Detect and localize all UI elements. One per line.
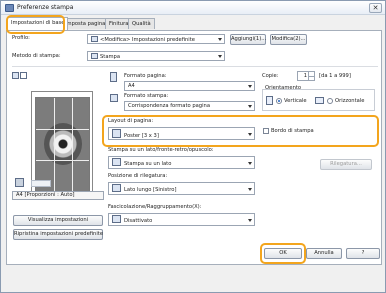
binding-select[interactable]: Lato lungo [Sinistro] [108,182,255,195]
cancel-button[interactable]: Annulla [306,248,342,259]
landscape-radio[interactable] [327,98,333,104]
output-size-value: Corrispondenza formato pagina [128,103,210,109]
landscape-label: Orizzontale [335,98,365,104]
chevron-down-icon [248,105,252,108]
collate-value: Disattivato [124,218,153,224]
chevron-down-icon [248,162,252,165]
page-size-select[interactable]: A4 [124,81,255,91]
add-profile-button[interactable]: Aggiungi(1)... [230,34,266,45]
collate-icon [31,180,51,187]
pages-stack-icon [15,178,24,187]
portrait-icon [266,96,273,105]
landscape-icon [315,97,324,104]
preview-mode-icon[interactable] [12,72,19,79]
chevron-down-icon [248,219,252,222]
settings-panel: Profilo: <Modifica> Impostazioni predefi… [6,30,382,265]
copies-range: [da 1 a 999] [319,73,351,79]
restore-defaults-button[interactable]: Ripristina impostazioni predefinite [13,229,103,240]
duplex-select[interactable]: Stampa su un lato [108,156,255,169]
portrait-label: Verticale [284,98,307,104]
spin-down-icon[interactable] [308,76,314,80]
poster-preview-grid [35,97,90,192]
window-title: Preferenze stampa [17,4,74,11]
output-size-select[interactable]: Corrispondenza formato pagina [124,101,255,111]
page-size-value: A4 [128,83,135,89]
highlight-basic-settings-tab [6,15,65,34]
preview-settings-icon[interactable] [20,72,27,79]
binding-icon [112,184,121,192]
grid-line [54,98,55,191]
view-settings-button[interactable]: Visualizza impostazioni [13,215,103,226]
page-size-label: Formato pagina: [124,73,167,79]
output-method-value: Stampa [100,54,121,60]
chevron-down-icon [248,188,252,191]
collate-select[interactable]: Disattivato [108,213,255,226]
duplex-value: Stampa su un lato [124,161,172,167]
edit-profile-button[interactable]: Modifica(2)... [270,34,307,45]
collate-label: Fascicolazione/Raggruppamento(X): [108,204,202,210]
portrait-radio[interactable] [276,98,282,104]
binding-value: Lato lungo [Sinistro] [124,187,177,193]
grid-line [36,129,89,130]
binding-button[interactable]: Rilegatura... [320,159,372,170]
printer-icon [5,4,14,12]
profile-value: <Modifica> Impostazioni predefinite [100,37,195,43]
grid-line [72,98,73,191]
copies-spinner[interactable]: 1 [297,71,315,81]
copies-label: Copie: [262,73,279,79]
profile-label: Profilo: [12,35,30,41]
profile-select[interactable]: <Modifica> Impostazioni predefinite [87,34,225,44]
preview-status: A4 [Proporzioni : Auto] [12,191,104,200]
tab-quality[interactable]: Qualità [128,18,155,29]
grid-line [36,160,89,161]
duplex-label: Stampa su un lato/fronte-retro/opuscolo: [108,147,214,153]
chevron-down-icon [218,55,222,58]
title-bar: Preferenze stampa ✕ [1,1,385,15]
profile-icon [91,36,98,42]
printing-preferences-window: Preferenze stampa ✕ Impostazioni di base… [0,0,386,293]
ok-button[interactable]: OK [264,248,302,259]
one-sided-icon [112,158,121,166]
output-method-select[interactable]: Stampa [87,51,225,61]
chevron-down-icon [218,38,222,41]
collate-off-icon [112,215,121,223]
orientation-group: Verticale Orizzontale [262,89,375,111]
output-size-label: Formato stampa: [124,93,169,99]
print-icon [91,53,98,59]
output-method-label: Metodo di stampa: [12,53,61,59]
help-button[interactable]: ? [346,248,380,259]
binding-label: Posizione di rilegatura: [108,173,168,179]
highlight-page-layout [102,115,379,147]
copies-value: 1 [303,73,307,79]
page-size-icon [110,72,117,82]
chevron-down-icon [248,85,252,88]
divider [12,66,378,67]
output-size-icon [110,94,118,102]
close-button[interactable]: ✕ [369,3,382,13]
